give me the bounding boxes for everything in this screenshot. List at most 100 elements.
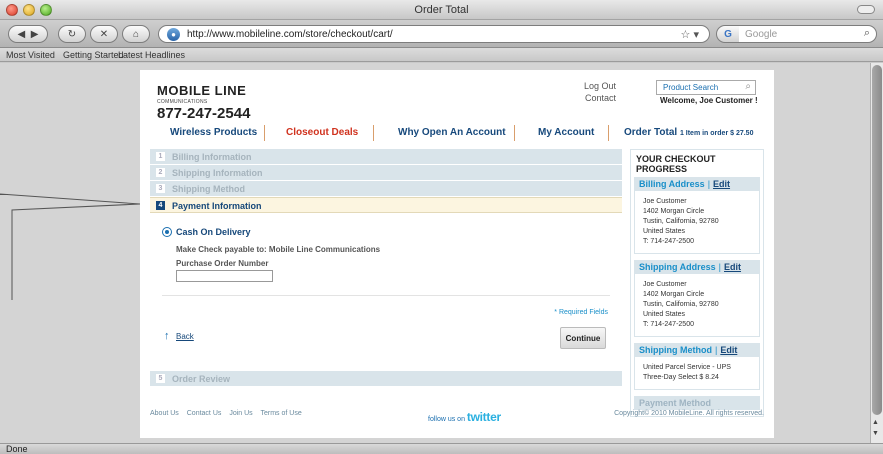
- twitter-follow-link[interactable]: follow us on twitter: [428, 410, 501, 424]
- follow-text: follow us on: [428, 416, 465, 423]
- step-number: 1: [156, 152, 165, 161]
- site-logo[interactable]: MOBILE LINE COMMUNICATIONS 877-247-2544: [157, 83, 297, 122]
- step-shipping-information[interactable]: 2 Shipping Information: [150, 165, 622, 181]
- shipping-method-title: Shipping Method: [639, 345, 712, 355]
- footer-link-join[interactable]: Join Us: [229, 410, 252, 417]
- phone-number: 877-247-2544: [157, 105, 251, 122]
- billing-address-title: Billing Address: [639, 179, 705, 189]
- method-line: United Parcel Service - UPS: [643, 364, 731, 371]
- status-text: Done: [6, 444, 28, 454]
- back-arrow-icon[interactable]: ↑: [164, 330, 170, 342]
- shipping-edit-link[interactable]: Edit: [724, 262, 741, 272]
- nav-closeout-deals[interactable]: Closeout Deals: [286, 127, 358, 138]
- address-line: United States: [643, 311, 686, 318]
- shipping-address-title: Shipping Address: [639, 262, 716, 272]
- step-label: Shipping Method: [172, 184, 245, 194]
- payment-panel: Cash On Delivery Make Check payable to: …: [150, 213, 622, 371]
- step-number: 4: [156, 201, 165, 210]
- method-line: Three-Day Select $ 8.24: [643, 374, 719, 381]
- nav-divider: [264, 125, 265, 141]
- url-text[interactable]: http://www.mobileline.com/store/checkout…: [187, 29, 393, 40]
- scroll-down-arrow-icon[interactable]: ▼: [872, 430, 879, 437]
- section-divider: [162, 295, 610, 296]
- brand-name: MOBILE LINE: [157, 83, 247, 98]
- bookmarks-bar: Most Visited Getting Started Latest Head…: [0, 48, 883, 62]
- browser-search-placeholder: Google: [745, 29, 778, 40]
- shipping-address-details: Joe Customer 1402 Morgan Circle Tustin, …: [634, 274, 760, 337]
- step-number: 5: [156, 374, 165, 383]
- nav-wireless-products[interactable]: Wireless Products: [170, 127, 257, 138]
- scroll-up-arrow-icon[interactable]: ▲: [872, 419, 879, 426]
- nav-why-open-account[interactable]: Why Open An Account: [398, 127, 506, 138]
- forward-arrow-icon[interactable]: ▶: [31, 29, 39, 40]
- stop-button[interactable]: ✕: [90, 25, 118, 43]
- browser-toolbar: ◀ ▶ ↻ ✕ ⌂ ● http://www.mobileline.com/st…: [0, 20, 883, 48]
- billing-edit-link[interactable]: Edit: [713, 179, 730, 189]
- address-bar[interactable]: ● http://www.mobileline.com/store/checko…: [158, 25, 710, 43]
- contact-link[interactable]: Contact: [560, 92, 616, 104]
- address-line: 1402 Morgan Circle: [643, 291, 705, 298]
- vertical-scrollbar[interactable]: ▲ ▼: [870, 63, 883, 443]
- purchase-order-input[interactable]: [176, 270, 273, 282]
- method-edit-link[interactable]: Edit: [720, 345, 737, 355]
- step-label: Shipping Information: [172, 168, 263, 178]
- continue-button[interactable]: Continue: [560, 327, 606, 349]
- shipping-method-header: Shipping Method | Edit: [634, 343, 760, 357]
- bookmark-latest-headlines[interactable]: Latest Headlines: [118, 50, 185, 60]
- nav-divider: [514, 125, 515, 141]
- search-icon[interactable]: ⌕: [864, 27, 870, 40]
- step-payment-information[interactable]: 4 Payment Information: [150, 197, 622, 213]
- footer-link-about[interactable]: About Us: [150, 410, 179, 417]
- footer-link-terms[interactable]: Terms of Use: [261, 410, 302, 417]
- product-search-input[interactable]: Product Search ⌕: [656, 80, 756, 95]
- bookmark-star-icon[interactable]: ☆ ▾: [681, 28, 699, 41]
- status-bar: Done: [0, 443, 883, 454]
- nav-my-account[interactable]: My Account: [538, 127, 594, 138]
- shipping-address-header: Shipping Address | Edit: [634, 260, 760, 274]
- bookmark-getting-started[interactable]: Getting Started: [63, 50, 124, 60]
- reload-icon: ↻: [67, 28, 77, 40]
- checkout-progress-panel: YOUR CHECKOUT PROGRESS Billing Address | E…: [630, 149, 764, 417]
- address-line: Joe Customer: [643, 281, 687, 288]
- required-fields-note: * Required Fields: [554, 309, 608, 316]
- footer-link-contact[interactable]: Contact Us: [187, 410, 222, 417]
- scrollbar-thumb[interactable]: [872, 65, 882, 415]
- stop-icon: ✕: [99, 28, 109, 40]
- step-order-review[interactable]: 5 Order Review: [150, 371, 622, 387]
- search-icon[interactable]: ⌕: [745, 81, 751, 92]
- back-link[interactable]: Back: [176, 332, 194, 341]
- nav-divider: [608, 125, 609, 141]
- web-page: MOBILE LINE COMMUNICATIONS 877-247-2544 …: [140, 70, 774, 438]
- address-line: Joe Customer: [643, 198, 687, 205]
- make-check-payable-text: Make Check payable to: Mobile Line Commu…: [176, 245, 381, 254]
- welcome-message: Welcome, Joe Customer !: [660, 96, 758, 105]
- step-number: 2: [156, 168, 165, 177]
- back-forward-buttons[interactable]: ◀ ▶: [8, 25, 48, 43]
- cash-on-delivery-label[interactable]: Cash On Delivery: [176, 227, 251, 237]
- browser-search-input[interactable]: Google ⌕: [739, 25, 877, 43]
- account-links: Log Out Contact: [560, 80, 616, 104]
- step-billing-information[interactable]: 1 Billing Information: [150, 149, 622, 165]
- reload-button[interactable]: ↻: [58, 25, 86, 43]
- step-label: Billing Information: [172, 152, 252, 162]
- window-title: Order Total: [414, 4, 469, 16]
- home-button[interactable]: ⌂: [122, 25, 150, 43]
- search-engine-icon[interactable]: G: [716, 25, 740, 43]
- back-arrow-icon[interactable]: ◀: [18, 29, 26, 40]
- window-titlebar: Order Total: [0, 0, 883, 20]
- step-label: Order Review: [172, 374, 231, 384]
- purchase-order-label: Purchase Order Number: [176, 259, 269, 268]
- billing-address-header: Billing Address | Edit: [634, 177, 760, 191]
- log-out-link[interactable]: Log Out: [560, 80, 616, 92]
- order-total-label: Order Total: [624, 127, 678, 138]
- page-footer: About Us Contact Us Join Us Terms of Use…: [150, 410, 764, 424]
- toolbar-toggle-button[interactable]: [857, 5, 875, 14]
- nav-order-total[interactable]: Order Total 1 Item in order $ 27.50: [624, 127, 753, 138]
- step-shipping-method[interactable]: 3 Shipping Method: [150, 181, 622, 197]
- checkout-progress-title: YOUR CHECKOUT PROGRESS: [636, 154, 716, 174]
- twitter-logo: twitter: [466, 410, 501, 424]
- nav-divider: [373, 125, 374, 141]
- bookmark-most-visited[interactable]: Most Visited: [6, 50, 55, 60]
- cash-on-delivery-radio[interactable]: [162, 227, 172, 237]
- callout-pointer: [0, 193, 141, 300]
